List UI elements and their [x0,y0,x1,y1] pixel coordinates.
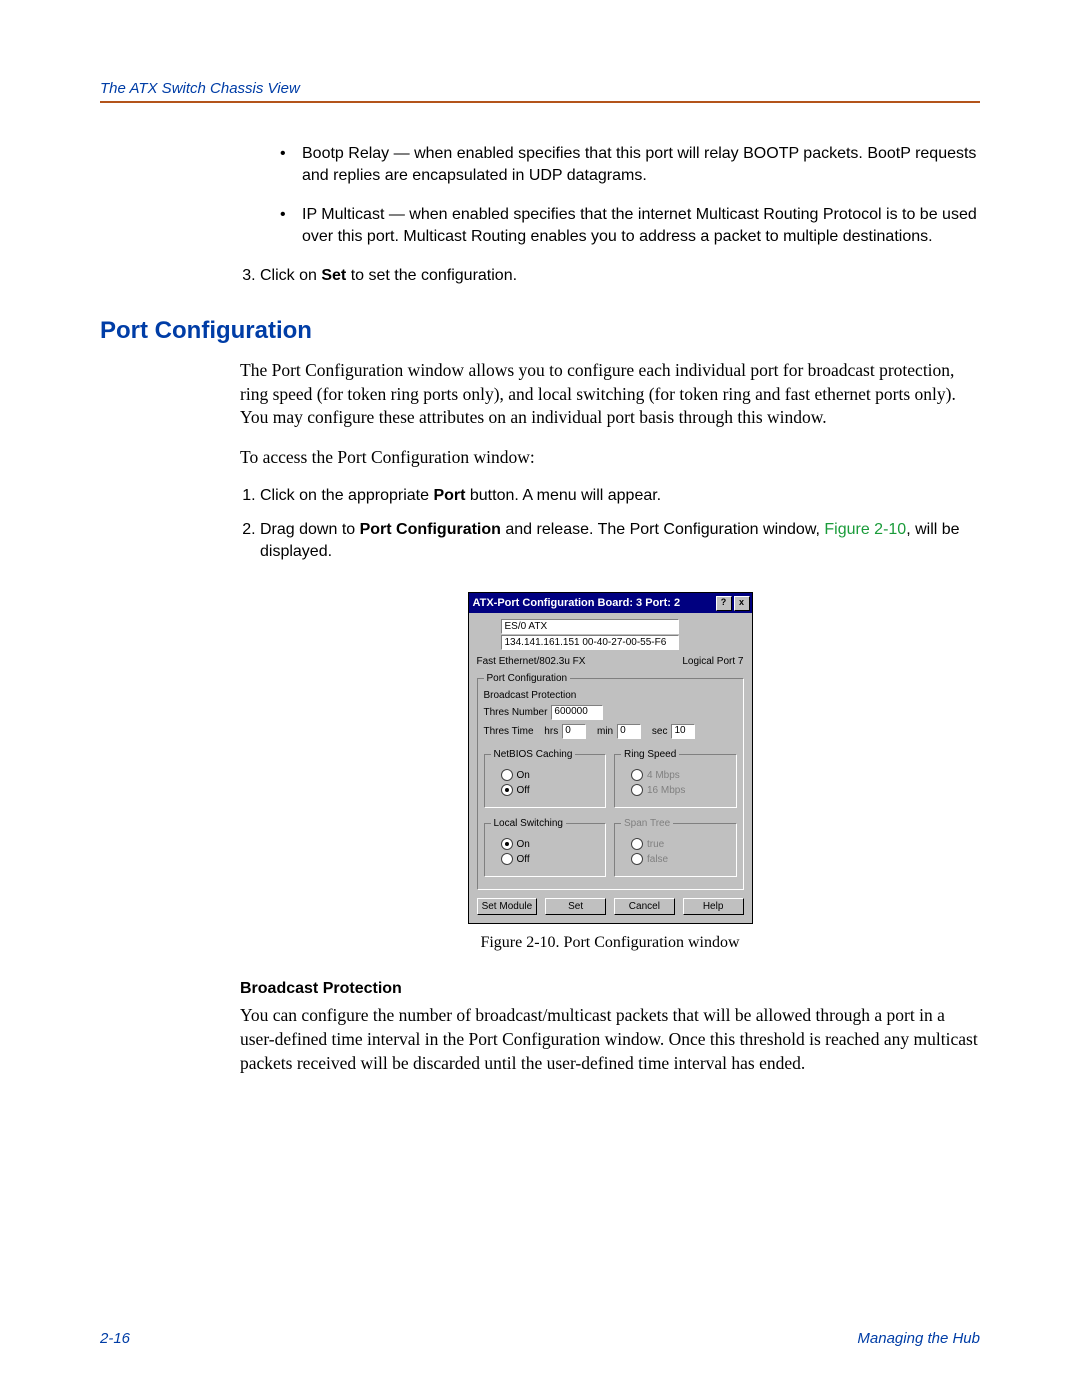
figure-link[interactable]: Figure 2-10 [824,521,906,538]
port-config-legend: Port Configuration [484,673,571,684]
page-number: 2-16 [100,1330,130,1347]
bullet-term: Bootp Relay [302,145,389,162]
set-module-button[interactable]: Set Module [477,898,538,915]
netbios-on-radio[interactable] [501,769,513,781]
localswitch-group: Local Switching On Off [484,818,607,877]
ringspeed-16-radio [631,784,643,796]
port-config-group: Port Configuration Broadcast Protection … [477,673,744,890]
localswitch-on-radio[interactable] [501,838,513,850]
port-config-window: ATX-Port Configuration Board: 3 Port: 2 … [468,592,753,924]
access-step-2: Drag down to Port Configuration and rele… [260,519,980,562]
spantree-false-radio [631,853,643,865]
bullet-bootp: Bootp Relay — when enabled specifies tha… [280,143,980,186]
bullet-term: IP Multicast [302,206,384,223]
spantree-group: Span Tree true false [614,818,737,877]
localswitch-off-radio[interactable] [501,853,513,865]
bullet-text: — when enabled specifies that the intern… [302,206,977,245]
bullet-ipmulticast: IP Multicast — when enabled specifies th… [280,204,980,247]
step-3: Click on Set to set the configuration. [260,265,980,287]
intro-paragraph: The Port Configuration window allows you… [240,359,980,430]
broadcast-protection-label: Broadcast Protection [484,690,737,701]
broadcast-protection-text: You can configure the number of broadcas… [240,1004,980,1075]
hrs-input[interactable]: 0 [562,724,586,739]
window-title: ATX-Port Configuration Board: 3 Port: 2 [473,597,681,609]
cancel-button[interactable]: Cancel [614,898,675,915]
media-type: Fast Ethernet/802.3u FX [477,656,586,667]
access-paragraph: To access the Port Configuration window: [240,446,980,470]
bullet-text: — when enabled specifies that this port … [302,145,976,184]
thres-time-label: Thres Time [484,726,534,737]
feature-bullets: Bootp Relay — when enabled specifies tha… [240,143,980,247]
spantree-true-radio [631,838,643,850]
netbios-group: NetBIOS Caching On Off [484,749,607,808]
close-button[interactable]: x [734,596,750,611]
help-button[interactable]: ? [716,596,732,611]
access-steps: Click on the appropriate Port button. A … [240,485,980,562]
device-ip-mac: 134.141.161.151 00-40-27-00-55-F6 [501,635,679,650]
sec-input[interactable]: 10 [671,724,695,739]
set-button[interactable]: Set [545,898,606,915]
help-button-bottom[interactable]: Help [683,898,744,915]
thres-number-label: Thres Number [484,707,548,718]
window-titlebar[interactable]: ATX-Port Configuration Board: 3 Port: 2 … [469,593,752,613]
step-list-top: Click on Set to set the configuration. [240,265,980,287]
device-name: ES/0 ATX [501,619,679,634]
footer-section: Managing the Hub [857,1330,980,1347]
min-input[interactable]: 0 [617,724,641,739]
broadcast-protection-heading: Broadcast Protection [240,980,980,998]
netbios-off-radio[interactable] [501,784,513,796]
thres-number-input[interactable]: 600000 [551,705,603,720]
section-heading: Port Configuration [100,317,980,345]
logical-port: Logical Port 7 [682,656,743,667]
ringspeed-4-radio [631,769,643,781]
ringspeed-group: Ring Speed 4 Mbps 16 Mbps [614,749,737,808]
figure-caption: Figure 2-10. Port Configuration window [240,934,980,952]
running-header: The ATX Switch Chassis View [100,80,980,103]
access-step-1: Click on the appropriate Port button. A … [260,485,980,507]
